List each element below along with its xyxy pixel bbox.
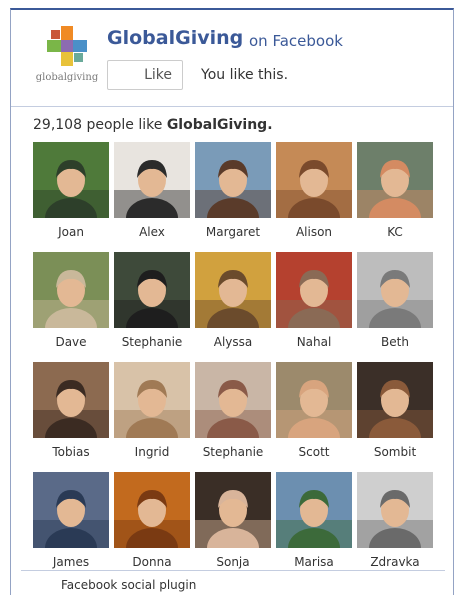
fan-item[interactable]: Sonja <box>195 472 271 569</box>
fan-name: Tobias <box>52 445 90 459</box>
fan-item[interactable]: Zdravka <box>357 472 433 569</box>
fan-item[interactable]: Ingrid <box>114 362 190 459</box>
fan-photo <box>357 252 433 328</box>
fan-name: Stephanie <box>202 445 264 459</box>
fan-item[interactable]: Margaret <box>195 142 271 239</box>
like-box-header: globalgiving GlobalGiving on Facebook Li… <box>11 10 453 104</box>
like-button[interactable]: Like <box>107 60 183 90</box>
fan-item[interactable]: Alex <box>114 142 190 239</box>
fan-name: Alyssa <box>213 335 253 349</box>
fan-photo <box>114 142 190 218</box>
fan-photo <box>276 252 352 328</box>
fan-photo <box>195 142 271 218</box>
fan-photo <box>276 362 352 438</box>
like-count-text: people like <box>86 117 163 133</box>
fan-item[interactable]: Dave <box>33 252 109 349</box>
header-divider <box>11 106 453 107</box>
fan-name: Dave <box>55 335 87 349</box>
fan-item[interactable]: Donna <box>114 472 190 569</box>
fan-photo <box>195 252 271 328</box>
fan-photo <box>114 252 190 328</box>
fan-item[interactable]: KC <box>357 142 433 239</box>
fan-item[interactable]: Alison <box>276 142 352 239</box>
fan-name: Zdravka <box>370 555 420 569</box>
fan-item[interactable]: Beth <box>357 252 433 349</box>
fan-item[interactable]: Joan <box>33 142 109 239</box>
fan-item[interactable]: Scott <box>276 362 352 459</box>
fan-photo <box>33 472 109 548</box>
like-button-label: Like <box>144 67 172 83</box>
fan-photo <box>276 472 352 548</box>
like-count: 29,108 <box>33 117 82 133</box>
fan-name: Donna <box>132 555 172 569</box>
fan-name: Scott <box>298 445 330 459</box>
page-name-link[interactable]: GlobalGiving <box>107 27 243 49</box>
fan-name: Marisa <box>294 555 334 569</box>
like-count-page: GlobalGiving. <box>166 117 273 133</box>
fan-item[interactable]: Stephanie <box>114 252 190 349</box>
fan-name: Nahal <box>296 335 332 349</box>
fan-photo <box>195 472 271 548</box>
fan-photo <box>114 362 190 438</box>
fan-item[interactable]: Sombit <box>357 362 433 459</box>
fan-photo <box>33 142 109 218</box>
social-plugin-link[interactable]: Facebook social plugin <box>61 578 196 592</box>
fan-item[interactable]: Marisa <box>276 472 352 569</box>
globalgiving-logo-icon <box>47 26 87 66</box>
like-count-line: 29,108 people like GlobalGiving. <box>33 117 273 133</box>
fan-name: Alison <box>295 225 333 239</box>
fan-item[interactable]: James <box>33 472 109 569</box>
fan-photo <box>114 472 190 548</box>
fan-name: Margaret <box>205 225 261 239</box>
fan-photo <box>195 362 271 438</box>
fan-item[interactable]: Alyssa <box>195 252 271 349</box>
fan-photo <box>276 142 352 218</box>
fan-photo <box>357 142 433 218</box>
fan-name: Sombit <box>373 445 417 459</box>
fan-item[interactable]: Nahal <box>276 252 352 349</box>
fan-name: Alex <box>139 225 165 239</box>
fan-photo <box>357 472 433 548</box>
fan-photo <box>357 362 433 438</box>
fan-item[interactable]: Tobias <box>33 362 109 459</box>
fan-name: KC <box>387 225 403 239</box>
fan-name: Sonja <box>216 555 250 569</box>
page-logo[interactable]: globalgiving <box>33 26 101 90</box>
fan-item[interactable]: Stephanie <box>195 362 271 459</box>
fan-name: Joan <box>58 225 84 239</box>
on-facebook-link[interactable]: on Facebook <box>249 32 343 50</box>
fan-name: Ingrid <box>134 445 170 459</box>
like-box-widget: globalgiving GlobalGiving on Facebook Li… <box>10 8 454 595</box>
footer-divider <box>21 570 445 571</box>
fan-photo <box>33 362 109 438</box>
like-status-text: You like this. <box>201 67 289 83</box>
fan-photo <box>33 252 109 328</box>
logo-wordmark: globalgiving <box>35 72 99 83</box>
fan-name: James <box>52 555 90 569</box>
fan-name: Beth <box>381 335 409 349</box>
fan-name: Stephanie <box>121 335 183 349</box>
